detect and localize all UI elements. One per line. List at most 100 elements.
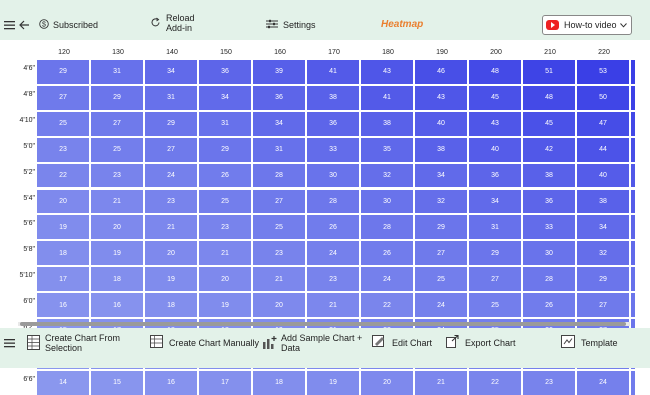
heatmap-cell: 20 [253,293,305,317]
howto-label: How-to video [564,20,617,30]
heatmap-cell: 38 [577,189,629,214]
heatmap-cell: 23 [253,241,305,266]
heatmap-cell: 22 [469,370,521,395]
heatmap-cell: 22 [361,293,413,317]
heatmap-cell: 24 [415,293,467,317]
heatmap-cell-overflow [631,189,635,214]
back-arrow-icon[interactable] [19,20,30,30]
heatmap-cell: 25 [91,137,143,162]
horizontal-scrollbar-thumb[interactable] [20,322,626,326]
edit-chart-button[interactable]: Edit Chart [372,335,432,350]
heatmap-cell: 35 [361,137,413,162]
heatmap-cell: 45 [469,85,521,110]
dollar-circle-icon: $ [39,19,49,31]
add-sample-chart-button[interactable]: Add Sample Chart + Data [262,333,362,353]
heatmap-cell: 42 [523,137,575,162]
heatmap-cell: 30 [523,241,575,266]
create-manually-label: Create Chart Manually [169,337,260,348]
settings-button[interactable]: Settings [266,19,316,31]
heatmap-cell: 16 [91,293,143,317]
heatmap-cell: 31 [91,60,143,84]
heatmap-cell: 23 [199,215,251,240]
subscribed-label: Subscribed [53,20,99,30]
heatmap-cell: 27 [37,85,89,110]
heatmap-cell: 20 [145,241,197,266]
heatmap-cell: 17 [199,370,251,395]
export-chart-label: Export Chart [465,337,516,348]
add-sample-label-1: Add Sample Chart + [281,333,363,343]
heatmap-cell: 50 [577,85,629,110]
howto-video-dropdown[interactable]: How-to video [542,15,632,35]
heatmap-cell: 26 [361,241,413,266]
x-tick-label: 210 [544,49,556,56]
create-manually-button[interactable]: Create Chart Manually [150,335,259,350]
heatmap-cell-overflow [631,215,635,240]
y-tick-label: 6'0" [23,298,35,306]
heatmap-cell: 51 [523,60,575,84]
table-edit-icon [150,335,163,350]
subscribed-button[interactable]: $ Subscribed [39,19,98,31]
heatmap-cell: 20 [361,370,413,395]
heatmap-cell: 26 [307,215,359,240]
y-tick-label: 5'0" [23,142,35,150]
template-icon [561,335,575,350]
x-tick-label: 130 [112,49,124,56]
heatmap-cell: 24 [307,241,359,266]
heatmap-cell-overflow [631,163,635,188]
settings-label: Settings [283,20,316,30]
menu-icon[interactable] [4,20,15,30]
y-tick-label: 5'6" [23,220,35,228]
bar-chart-plus-icon [262,335,277,352]
reload-label-1: Reload [166,13,195,23]
heatmap-cell: 31 [469,215,521,240]
heatmap-cell: 34 [199,85,251,110]
export-chart-button[interactable]: Export Chart [446,334,516,350]
heatmap-cell: 27 [577,293,629,317]
heatmap-cell: 19 [199,293,251,317]
heatmap-cell: 18 [91,267,143,292]
heatmap-cell: 31 [145,85,197,110]
x-tick-label: 160 [274,49,286,56]
heatmap-cell: 36 [307,111,359,136]
heatmap-cell: 24 [361,267,413,292]
heatmap-cell: 18 [145,293,197,317]
y-tick-label: 4'8" [23,90,35,98]
heatmap-cell: 18 [253,370,305,395]
heatmap-cell: 19 [37,215,89,240]
heatmap-cell: 16 [37,293,89,317]
heatmap-cell: 29 [415,215,467,240]
heatmap-cell: 23 [91,163,143,188]
x-tick-label: 150 [220,49,232,56]
y-tick-label: 5'8" [23,246,35,254]
heatmap-cell-overflow [631,60,635,84]
heatmap-cell: 38 [307,85,359,110]
create-from-selection-button[interactable]: Create Chart From Selection [27,333,120,353]
spreadsheet-icon [27,334,40,352]
heatmap-cell: 21 [145,215,197,240]
x-tick-label: 170 [328,49,340,56]
heatmap-cell: 23 [307,267,359,292]
heatmap-cell: 53 [577,60,629,84]
template-button[interactable]: Template [561,335,618,350]
heatmap-cell: 46 [415,60,467,84]
heatmap-cell: 26 [199,163,251,188]
heatmap-cell: 25 [415,267,467,292]
x-tick-label: 180 [382,49,394,56]
reload-addin-button[interactable]: Reload Add-in [150,13,195,33]
heatmap-cell: 21 [415,370,467,395]
heatmap-cell: 27 [469,267,521,292]
heatmap-cell: 19 [145,267,197,292]
x-tick-label: 140 [166,49,178,56]
x-tick-label: 200 [490,49,502,56]
heatmap-cell: 28 [361,215,413,240]
heatmap-cell: 21 [199,241,251,266]
heatmap-cell: 21 [307,293,359,317]
heatmap-cell: 18 [37,241,89,266]
heatmap-cell: 40 [577,163,629,188]
heatmap-cell: 25 [469,293,521,317]
sliders-icon [266,19,278,31]
heatmap-cell: 20 [91,215,143,240]
bottom-menu-icon[interactable] [4,338,15,348]
heatmap-cell: 34 [577,215,629,240]
x-tick-label: 220 [598,49,610,56]
